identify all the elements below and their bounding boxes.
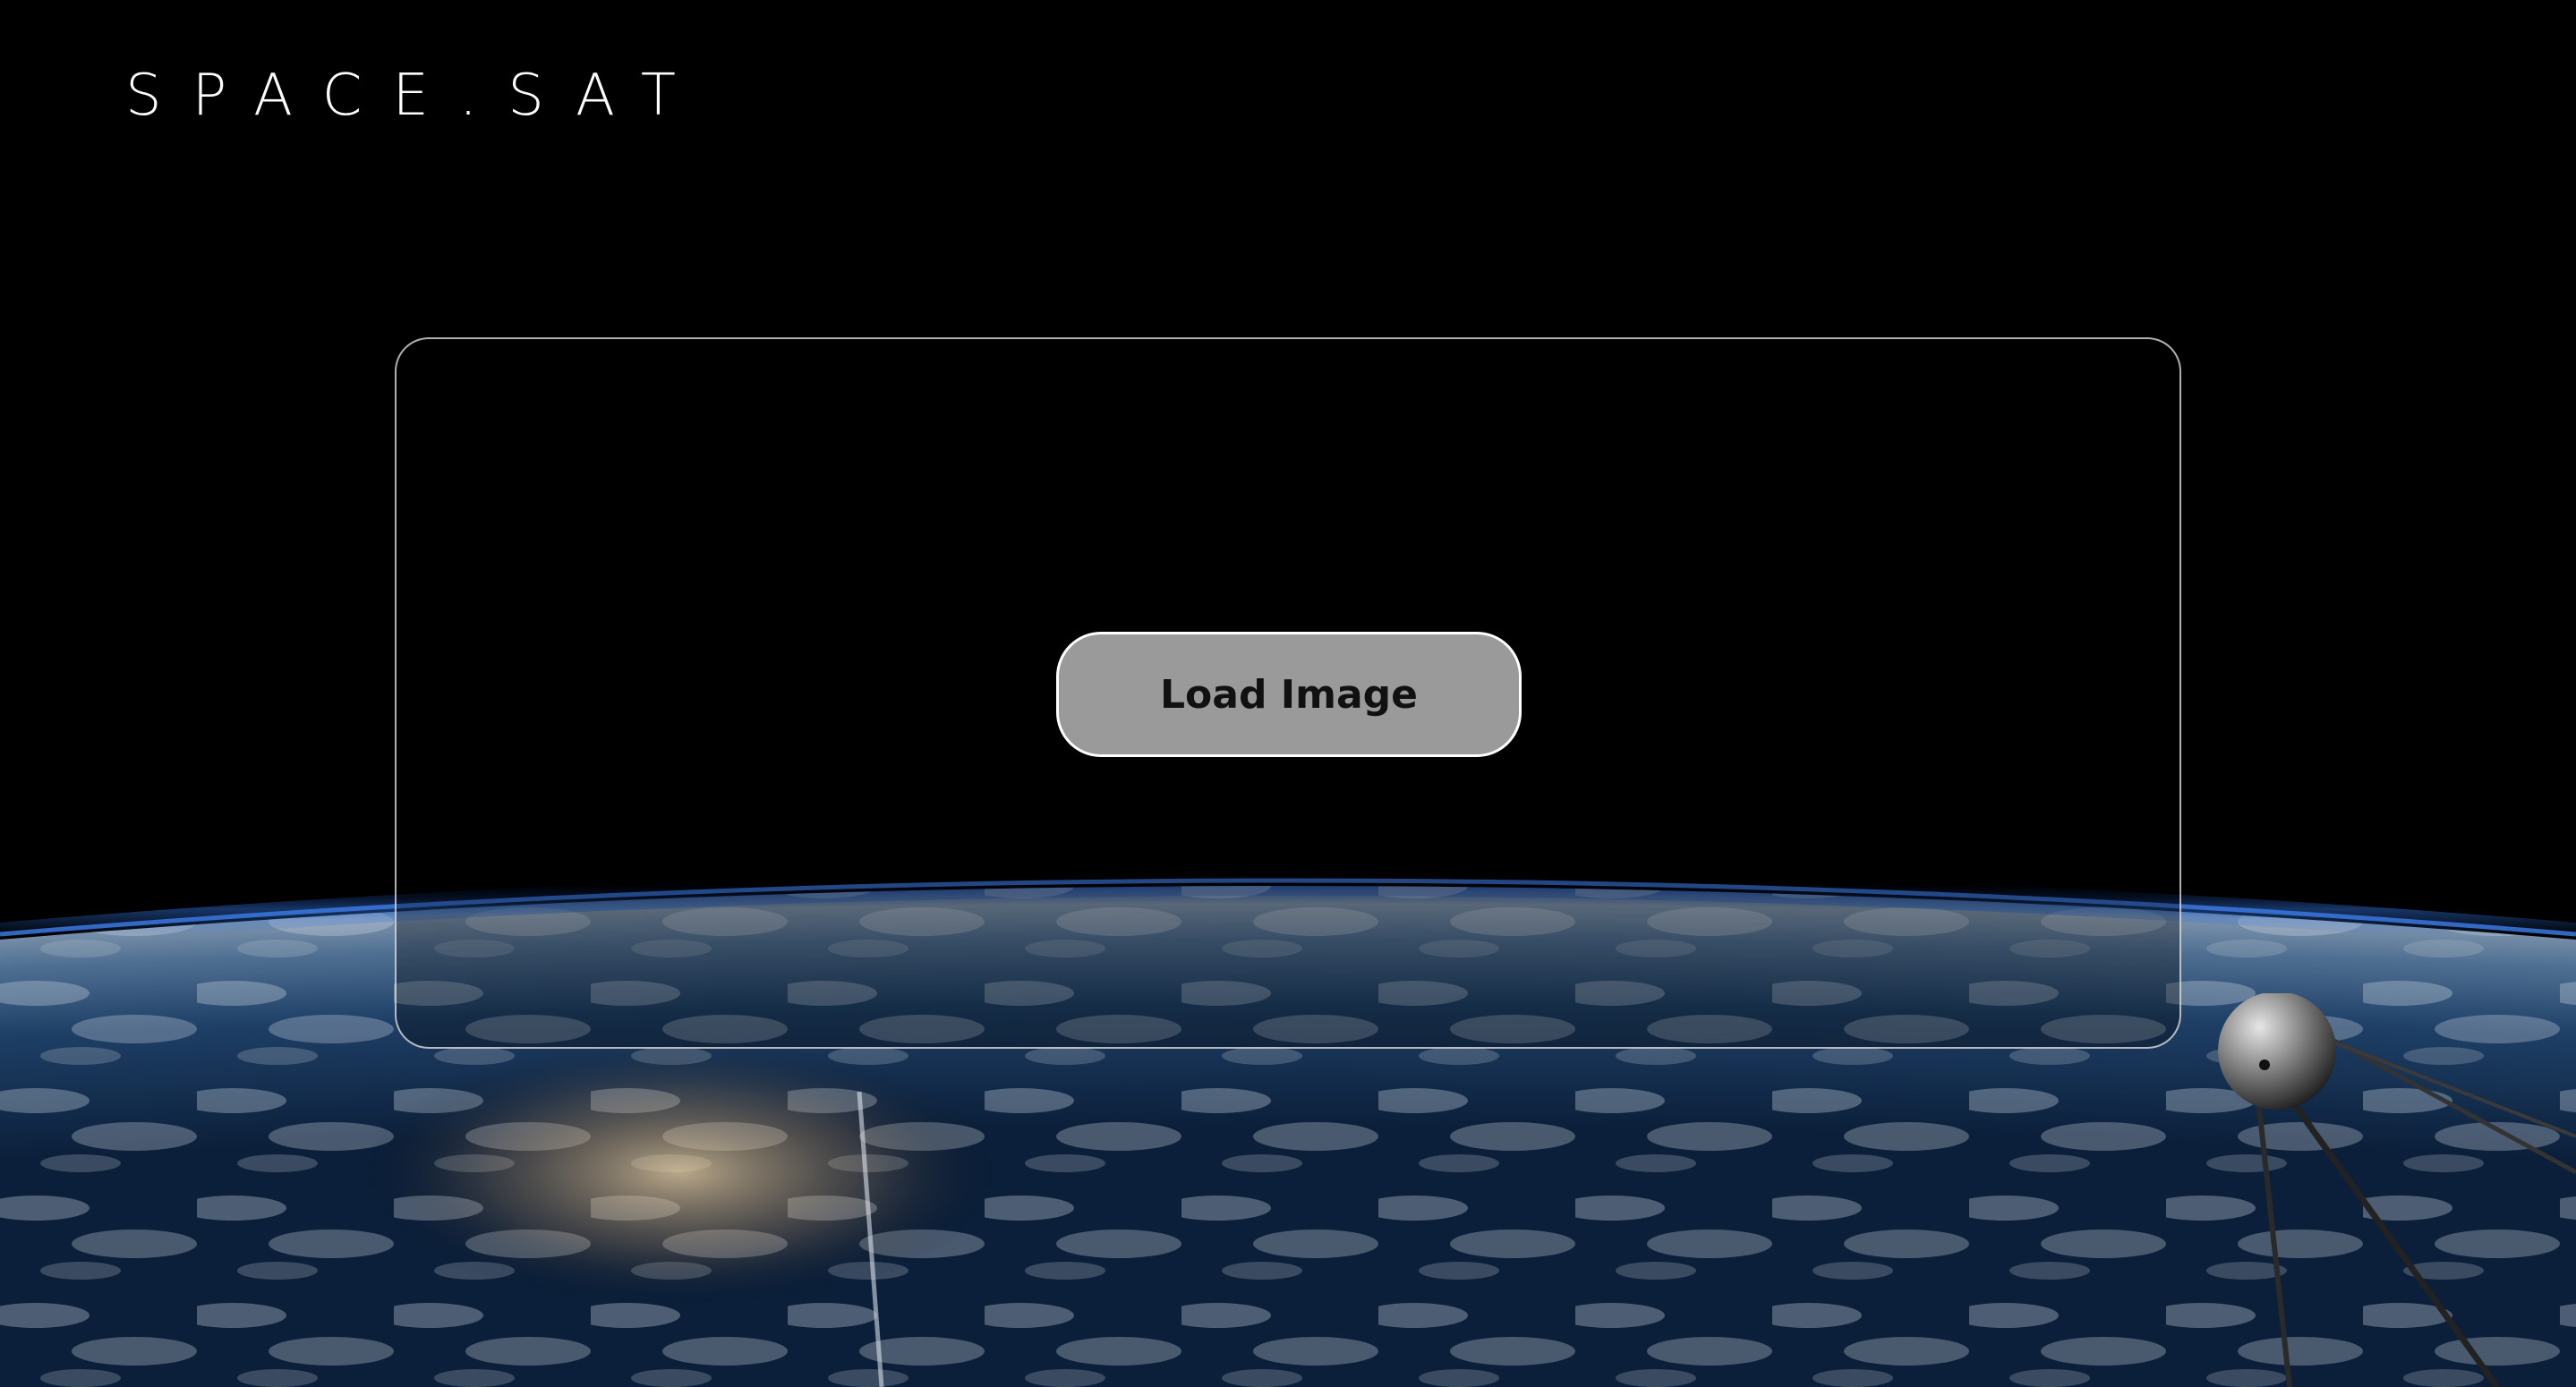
sputnik-satellite-icon (2218, 993, 2576, 1387)
app-stage: SPACE.SAT Load Image (0, 0, 2576, 1387)
app-logo[interactable]: SPACE.SAT (125, 64, 706, 127)
load-image-button[interactable]: Load Image (1056, 632, 1522, 757)
